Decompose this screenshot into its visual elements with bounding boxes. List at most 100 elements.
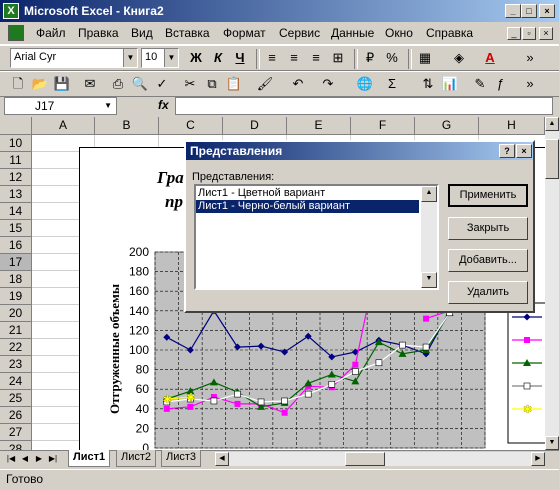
- maximize-button[interactable]: □: [521, 4, 537, 18]
- chevron-down-icon[interactable]: ▼: [104, 98, 112, 114]
- scroll-thumb[interactable]: [545, 139, 559, 179]
- redo-icon[interactable]: ↷: [318, 74, 338, 94]
- font-color-button[interactable]: A: [480, 48, 500, 68]
- row-header-18[interactable]: 18: [0, 271, 32, 288]
- view-item-bw[interactable]: Лист1 - Черно-белый вариант: [196, 200, 419, 213]
- row-header-15[interactable]: 15: [0, 220, 32, 237]
- add-button[interactable]: Добавить...: [448, 249, 528, 272]
- save-icon[interactable]: 💾: [52, 74, 72, 94]
- underline-button[interactable]: Ч: [230, 48, 250, 68]
- close-window-button[interactable]: ×: [539, 4, 555, 18]
- listbox-scrollbar[interactable]: ▲ ▼: [421, 186, 437, 288]
- menu-insert[interactable]: Вставка: [165, 26, 210, 40]
- fill-color-icon[interactable]: ◈: [449, 48, 469, 68]
- row-header-28[interactable]: 28: [0, 441, 32, 450]
- percent-button[interactable]: %: [382, 48, 402, 68]
- menu-file[interactable]: Файл: [36, 26, 66, 40]
- doc-close-button[interactable]: ×: [539, 27, 553, 40]
- align-center-icon[interactable]: ≡: [284, 48, 304, 68]
- menu-tools[interactable]: Сервис: [279, 26, 320, 40]
- column-header-h[interactable]: H: [479, 117, 545, 135]
- horizontal-scrollbar[interactable]: ◀ ▶: [215, 452, 545, 466]
- format-painter-icon[interactable]: 🖌: [255, 74, 275, 94]
- spelling-icon[interactable]: ✓: [152, 74, 172, 94]
- dialog-close-button[interactable]: ×: [516, 144, 532, 158]
- row-header-16[interactable]: 16: [0, 237, 32, 254]
- bold-button[interactable]: Ж: [186, 48, 206, 68]
- apply-button[interactable]: Применить: [448, 184, 528, 207]
- menu-view[interactable]: Вид: [131, 26, 153, 40]
- scroll-left-arrow[interactable]: ◀: [215, 452, 229, 466]
- doc-restore-button[interactable]: ▫: [522, 27, 536, 40]
- row-header-13[interactable]: 13: [0, 186, 32, 203]
- first-sheet-icon[interactable]: |◀: [4, 452, 18, 466]
- name-box[interactable]: J17 ▼: [4, 97, 117, 115]
- open-folder-icon[interactable]: 📂: [30, 74, 50, 94]
- paste-icon[interactable]: 📋: [224, 74, 244, 94]
- views-listbox[interactable]: Лист1 - Цветной вариант Лист1 - Черно-бе…: [194, 184, 439, 290]
- hyperlink-icon[interactable]: 🌐: [355, 74, 375, 94]
- permissions-icon[interactable]: ✉: [80, 74, 100, 94]
- vertical-scrollbar[interactable]: ▲ ▼: [545, 117, 559, 450]
- delete-button[interactable]: Удалить: [448, 281, 528, 304]
- insert-function-icon[interactable]: ƒ: [490, 74, 510, 94]
- menu-format[interactable]: Формат: [223, 26, 266, 40]
- minimize-button[interactable]: _: [505, 4, 521, 18]
- row-header-23[interactable]: 23: [0, 356, 32, 373]
- row-header-11[interactable]: 11: [0, 152, 32, 169]
- sheet-tab-1[interactable]: Лист1: [68, 450, 111, 467]
- row-header-21[interactable]: 21: [0, 322, 32, 339]
- sort-ascending-icon[interactable]: ⇅: [418, 74, 438, 94]
- font-name-select[interactable]: Arial Cyr ▼: [10, 48, 138, 68]
- currency-icon[interactable]: ₽: [360, 48, 380, 68]
- font-size-select[interactable]: 10 ▼: [141, 48, 179, 68]
- sheet-tab-3[interactable]: Лист3: [161, 450, 202, 467]
- scroll-right-arrow[interactable]: ▶: [531, 452, 545, 466]
- column-header-a[interactable]: A: [32, 117, 95, 135]
- row-header-20[interactable]: 20: [0, 305, 32, 322]
- copy-icon[interactable]: ⧉: [202, 74, 222, 94]
- italic-button[interactable]: К: [208, 48, 228, 68]
- scroll-up-arrow[interactable]: ▲: [421, 186, 437, 202]
- toolbar-options-icon[interactable]: »: [520, 48, 540, 68]
- scroll-down-arrow[interactable]: ▼: [545, 436, 559, 450]
- next-sheet-icon[interactable]: ▶: [32, 452, 46, 466]
- menu-window[interactable]: Окно: [385, 26, 413, 40]
- row-header-12[interactable]: 12: [0, 169, 32, 186]
- menu-data[interactable]: Данные: [331, 26, 374, 40]
- workbook-icon[interactable]: [8, 25, 24, 41]
- cut-icon[interactable]: ✂: [180, 74, 200, 94]
- autosum-icon[interactable]: Σ: [382, 74, 402, 94]
- fx-label[interactable]: fx: [158, 98, 169, 112]
- excel-app-icon[interactable]: X: [3, 3, 19, 19]
- menu-help[interactable]: Справка: [426, 26, 473, 40]
- drawing-icon[interactable]: ✎: [470, 74, 490, 94]
- view-item-color[interactable]: Лист1 - Цветной вариант: [196, 187, 419, 200]
- column-header-d[interactable]: D: [223, 117, 287, 135]
- prev-sheet-icon[interactable]: ◀: [18, 452, 32, 466]
- column-header-f[interactable]: F: [351, 117, 415, 135]
- row-header-14[interactable]: 14: [0, 203, 32, 220]
- doc-minimize-button[interactable]: _: [507, 27, 521, 40]
- row-header-10[interactable]: 10: [0, 135, 32, 152]
- align-right-icon[interactable]: ≡: [306, 48, 326, 68]
- column-header-b[interactable]: B: [95, 117, 159, 135]
- align-left-icon[interactable]: ≡: [262, 48, 282, 68]
- row-header-27[interactable]: 27: [0, 424, 32, 441]
- dialog-help-button[interactable]: ?: [499, 144, 515, 158]
- undo-icon[interactable]: ↶: [288, 74, 308, 94]
- print-preview-icon[interactable]: 🔍: [130, 74, 150, 94]
- row-header-22[interactable]: 22: [0, 339, 32, 356]
- chevron-down-icon[interactable]: ▼: [164, 49, 178, 67]
- column-header-g[interactable]: G: [415, 117, 479, 135]
- row-header-26[interactable]: 26: [0, 407, 32, 424]
- merge-center-icon[interactable]: ⊞: [328, 48, 348, 68]
- column-header-e[interactable]: E: [287, 117, 351, 135]
- menu-edit[interactable]: Правка: [78, 26, 119, 40]
- row-header-19[interactable]: 19: [0, 288, 32, 305]
- row-header-24[interactable]: 24: [0, 373, 32, 390]
- sheet-tab-2[interactable]: Лист2: [116, 450, 157, 467]
- last-sheet-icon[interactable]: ▶|: [46, 452, 60, 466]
- toolbar-options-icon[interactable]: »: [520, 74, 540, 94]
- row-header-25[interactable]: 25: [0, 390, 32, 407]
